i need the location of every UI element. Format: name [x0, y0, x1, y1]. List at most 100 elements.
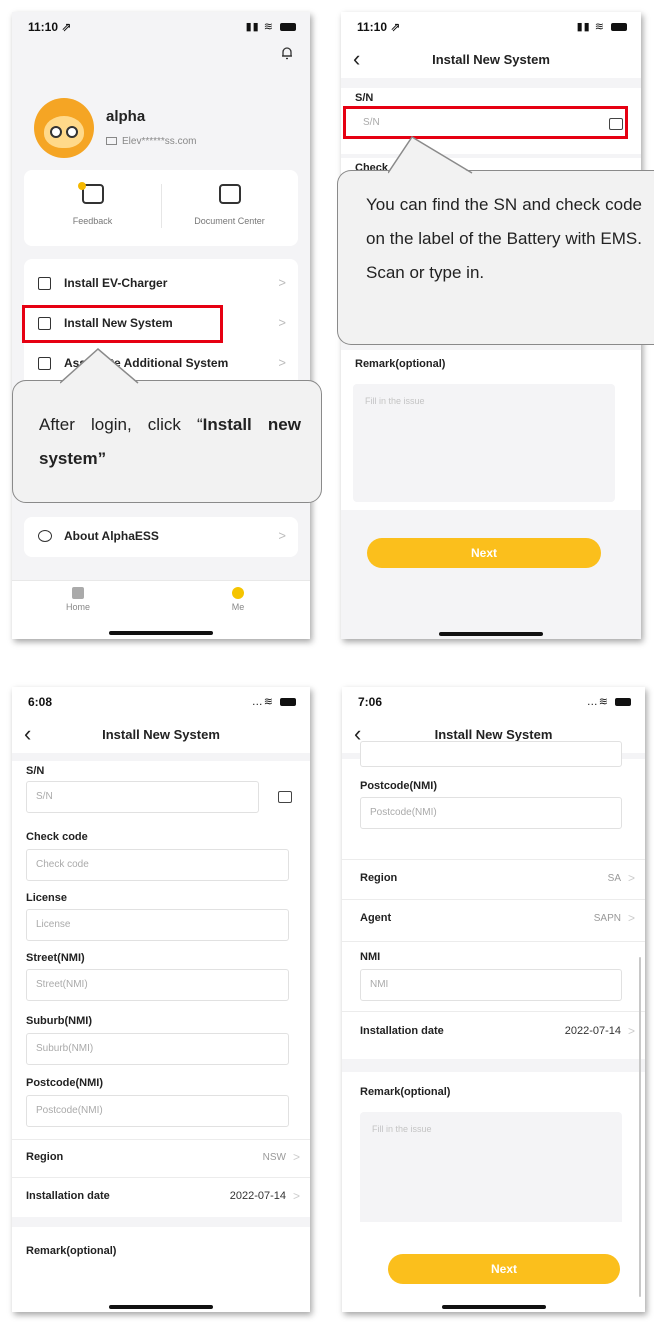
installation-date-row[interactable]: Installation date 2022-07-14 >: [12, 1177, 310, 1217]
menu-item-about[interactable]: About AlphaESS >: [24, 517, 298, 557]
region-label: Region: [360, 872, 398, 884]
installation-date-value: 2022-07-14: [229, 1190, 286, 1202]
tab-label: Me: [231, 602, 245, 612]
next-button[interactable]: Next: [367, 538, 601, 568]
avatar[interactable]: [34, 98, 94, 158]
document-center-label: Document Center: [194, 216, 265, 226]
menu-label: Install EV-Charger: [64, 276, 168, 290]
ev-charger-icon: [38, 277, 51, 290]
user-email-row: Elev******ss.com: [106, 136, 196, 147]
tab-bar: Home Me: [12, 580, 310, 639]
callout-sn-hint: You can find the SN and check code on th…: [337, 170, 654, 345]
postcode-input[interactable]: Postcode(NMI): [360, 797, 622, 829]
form-section: S/N S/N Check code Check code License Li…: [12, 761, 310, 1013]
callout-text-c: ”: [97, 449, 107, 468]
remark-textarea[interactable]: Fill in the issue: [353, 384, 615, 502]
callout-login-hint: After login, click “Install new system”: [12, 380, 322, 503]
menu-item-install-ev-charger[interactable]: Install EV-Charger >: [24, 264, 298, 304]
region-label: Region: [26, 1151, 64, 1163]
divider: [342, 941, 645, 942]
status-icons: ▮▮ ≋: [577, 20, 627, 33]
select-section: Region NSW > Installation date 2022-07-1…: [12, 1137, 310, 1217]
highlight-sn-input: [343, 106, 628, 139]
postcode-label: Postcode(NMI): [360, 780, 437, 792]
page-title: Install New System: [434, 727, 553, 742]
document-center-button[interactable]: Document Center: [161, 170, 298, 246]
region-row[interactable]: Region NSW >: [12, 1139, 310, 1177]
form-section-2: Suburb(NMI) Suburb(NMI) Postcode(NMI) Po…: [12, 1013, 310, 1137]
agent-label: Agent: [360, 912, 392, 924]
page-title: Install New System: [102, 727, 220, 742]
about-icon: [38, 530, 52, 542]
region-row[interactable]: Region SA >: [342, 859, 645, 899]
associate-system-icon: [38, 357, 51, 370]
select-section: Region SA > Agent SAPN > NMI NMI Install…: [342, 859, 645, 1059]
remark-textarea[interactable]: Fill in the issue: [360, 1112, 622, 1232]
license-input[interactable]: License: [26, 909, 289, 941]
status-bar: 7:06 …≋: [342, 687, 645, 717]
status-bar: 6:08 …≋: [12, 687, 310, 717]
remark-section: Remark(optional) Fill in the issue: [341, 350, 641, 510]
suburb-label: Suburb(NMI): [26, 1015, 92, 1027]
tab-me[interactable]: Me: [208, 587, 268, 612]
nmi-label: NMI: [360, 951, 381, 963]
status-bar: 11:10 ⇗ ▮▮ ≋: [12, 12, 310, 42]
avatar-eye-left: [50, 126, 62, 138]
about-label: About AlphaESS: [64, 529, 159, 543]
scan-icon[interactable]: [278, 791, 292, 803]
street-input[interactable]: Street(NMI): [26, 969, 289, 1001]
home-indicator: [441, 1305, 546, 1309]
status-time: 11:10 ⇗: [357, 20, 401, 34]
form-section: Postcode(NMI) Postcode(NMI): [342, 741, 645, 859]
page-title: Install New System: [432, 52, 550, 67]
postcode-label: Postcode(NMI): [26, 1077, 103, 1089]
callout-text: After login, click “Install new system”: [39, 408, 301, 476]
remark-label: Remark(optional): [26, 1245, 117, 1257]
document-center-icon: [218, 184, 241, 204]
suburb-input[interactable]: Suburb(NMI): [26, 1033, 289, 1065]
next-button[interactable]: Next: [388, 1254, 620, 1284]
nav-bar: ‹ Install New System: [12, 717, 310, 753]
sn-label: S/N: [355, 92, 374, 104]
feedback-dot: [77, 182, 86, 190]
nmi-input[interactable]: NMI: [360, 969, 622, 1001]
mail-icon: [106, 137, 117, 146]
chevron-right-icon: >: [292, 1189, 300, 1203]
chevron-right-icon: >: [627, 1024, 635, 1038]
remark-section: Remark(optional): [12, 1227, 310, 1312]
status-icons: ▮▮ ≋: [246, 20, 296, 33]
chevron-right-icon: >: [278, 528, 286, 543]
status-time: 6:08: [28, 695, 53, 709]
chevron-right-icon: >: [292, 1150, 300, 1164]
installation-date-row[interactable]: Installation date 2022-07-14 >: [342, 1011, 645, 1051]
home-icon: [72, 587, 84, 599]
home-indicator: [109, 1305, 213, 1309]
callout-text: You can find the SN and check code on th…: [366, 195, 642, 282]
feedback-button[interactable]: Feedback: [24, 170, 161, 246]
status-bar: 11:10 ⇗ ▮▮ ≋: [341, 12, 641, 42]
postcode-input[interactable]: Postcode(NMI): [26, 1095, 289, 1127]
installation-date-value: 2022-07-14: [564, 1025, 621, 1037]
region-value: SA: [607, 873, 621, 884]
callout-tail: [388, 136, 473, 174]
battery-icon: [611, 23, 627, 32]
nav-bar: ‹ Install New System: [341, 42, 641, 78]
quick-actions-card: Feedback Document Center: [24, 170, 298, 246]
status-time: 11:10 ⇗: [28, 20, 72, 34]
tab-label: Home: [65, 602, 90, 612]
check-code-input[interactable]: Check code: [26, 849, 289, 881]
remark-label: Remark(optional): [360, 1086, 451, 1098]
street-label: Street(NMI): [26, 952, 85, 964]
sn-input[interactable]: S/N: [26, 781, 259, 813]
region-value: NSW: [262, 1152, 286, 1163]
bell-icon[interactable]: [280, 46, 294, 60]
status-icons: …≋: [252, 695, 296, 708]
suburb-input-scrolled[interactable]: [360, 741, 622, 767]
phone-screen-install-form-nsw: 6:08 …≋ ‹ Install New System S/N S/N Che…: [12, 687, 310, 1312]
scrollbar[interactable]: [639, 957, 641, 1297]
agent-row[interactable]: Agent SAPN >: [342, 899, 645, 939]
installation-date-label: Installation date: [26, 1190, 110, 1202]
sn-label: S/N: [26, 765, 45, 777]
tab-home[interactable]: Home: [48, 587, 108, 612]
battery-icon: [280, 698, 296, 707]
